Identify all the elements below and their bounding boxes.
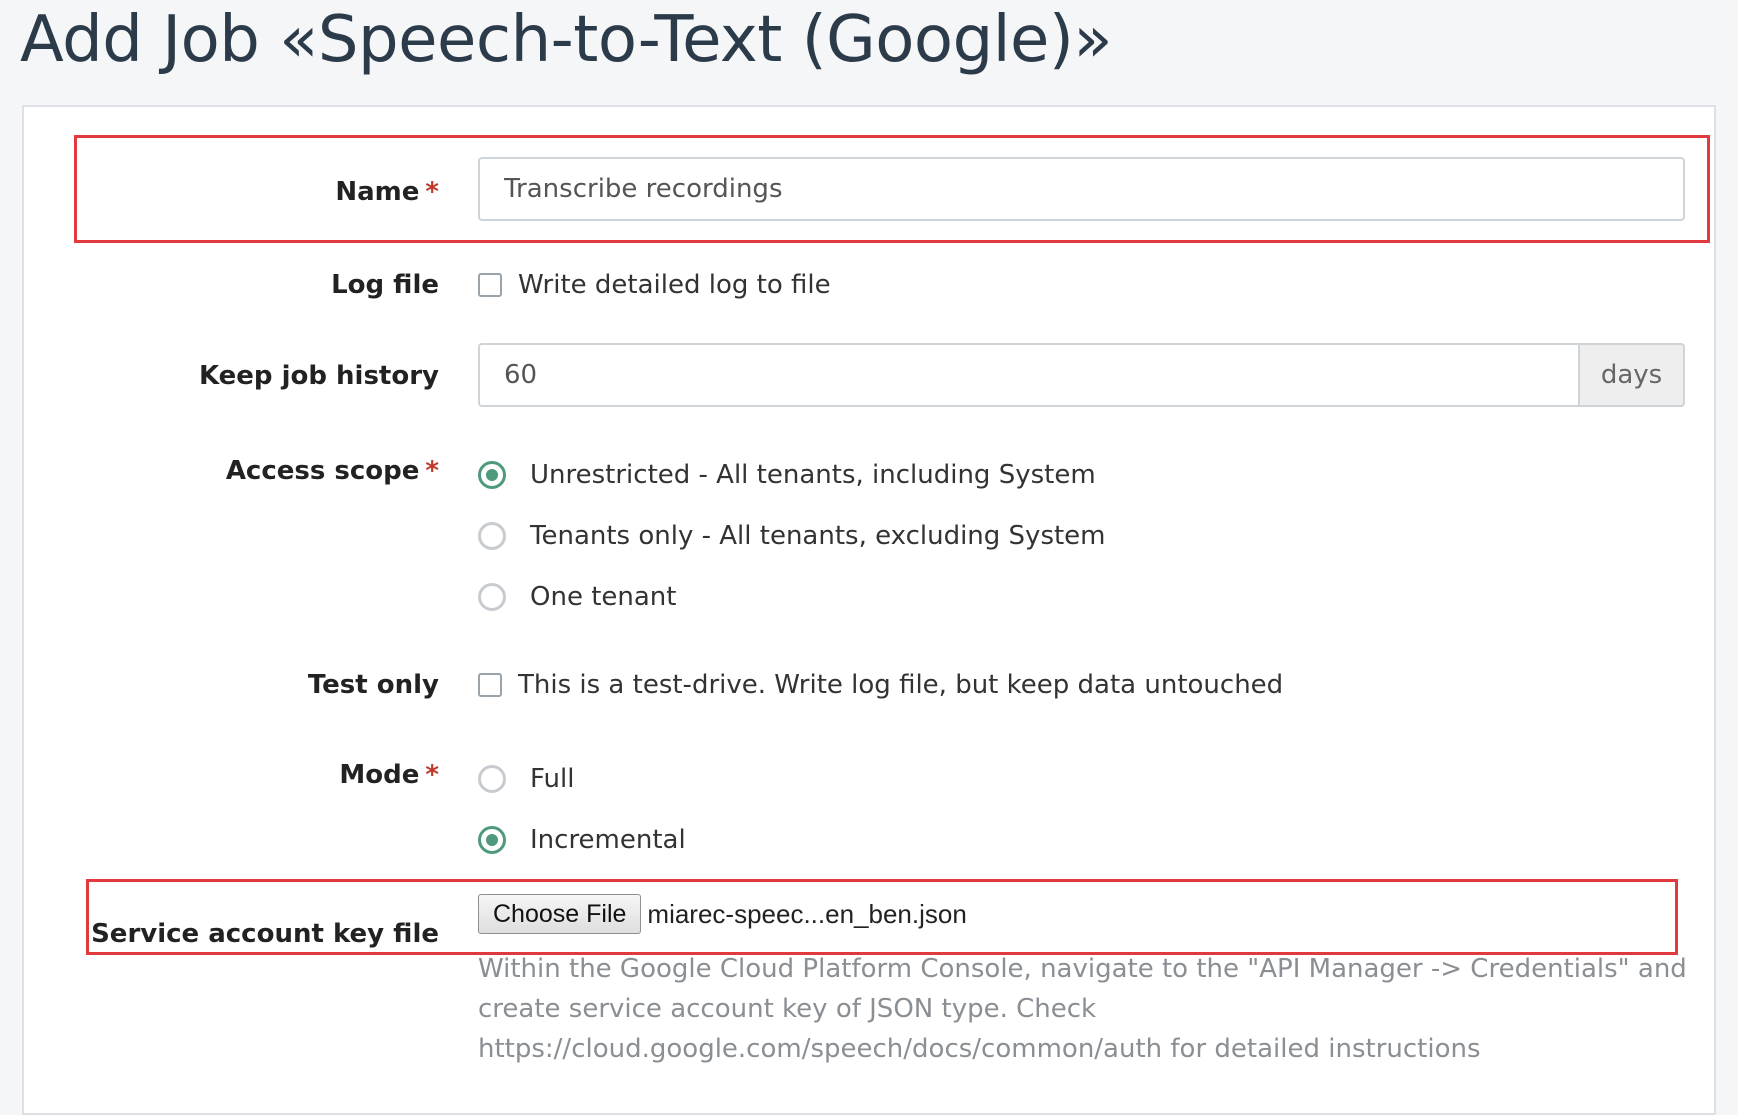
name-input[interactable] xyxy=(478,157,1685,221)
test-only-option[interactable]: This is a test-drive. Write log file, bu… xyxy=(478,670,1283,700)
access-scope-option-unrestricted[interactable]: Unrestricted - All tenants, including Sy… xyxy=(478,444,1106,505)
required-mark: * xyxy=(425,456,439,486)
name-label: Name * xyxy=(335,177,439,207)
radio-icon[interactable] xyxy=(478,764,506,793)
log-file-label: Log file xyxy=(331,270,439,300)
test-only-checkbox[interactable] xyxy=(478,673,502,697)
mode-options: Full Incremental xyxy=(478,748,686,870)
selected-file-name: miarec-speec...en_ben.json xyxy=(647,898,967,929)
radio-icon[interactable] xyxy=(478,582,506,611)
key-file-picker: Choose File miarec-speec...en_ben.json xyxy=(478,894,967,934)
mode-option-incremental[interactable]: Incremental xyxy=(478,809,686,870)
required-mark: * xyxy=(425,760,439,790)
job-form-panel: Name* Log file Write detailed log to fil… xyxy=(22,105,1716,1115)
access-scope-option-one-tenant[interactable]: One tenant xyxy=(478,566,1106,627)
radio-label: Incremental xyxy=(530,824,686,855)
days-addon: days xyxy=(1578,343,1685,407)
keep-history-input[interactable] xyxy=(478,343,1578,407)
required-mark: * xyxy=(425,177,439,207)
log-file-checkbox-label: Write detailed log to file xyxy=(518,270,831,300)
radio-label: One tenant xyxy=(530,581,677,612)
radio-icon[interactable] xyxy=(478,460,506,489)
log-file-option[interactable]: Write detailed log to file xyxy=(478,270,831,300)
keep-history-group: days xyxy=(478,343,1685,407)
keep-history-label: Keep job history xyxy=(198,361,439,391)
radio-icon[interactable] xyxy=(478,825,506,854)
access-scope-option-tenants-only[interactable]: Tenants only - All tenants, excluding Sy… xyxy=(478,505,1106,566)
mode-option-full[interactable]: Full xyxy=(478,748,686,809)
key-file-help-text: Within the Google Cloud Platform Console… xyxy=(478,954,1687,1064)
mode-label: Mode * xyxy=(339,760,439,790)
radio-label: Unrestricted - All tenants, including Sy… xyxy=(530,459,1096,490)
test-only-checkbox-label: This is a test-drive. Write log file, bu… xyxy=(518,670,1284,700)
radio-icon[interactable] xyxy=(478,521,506,550)
test-only-label: Test only xyxy=(307,670,439,700)
access-scope-label: Access scope * xyxy=(225,456,439,486)
key-file-label: Service account key file xyxy=(91,919,439,949)
page-title: Add Job «Speech-to-Text (Google)» xyxy=(20,3,1112,77)
radio-label: Tenants only - All tenants, excluding Sy… xyxy=(530,520,1106,551)
radio-label: Full xyxy=(530,763,575,794)
log-file-checkbox[interactable] xyxy=(478,273,502,297)
choose-file-button[interactable]: Choose File xyxy=(478,894,642,934)
access-scope-options: Unrestricted - All tenants, including Sy… xyxy=(478,444,1106,627)
